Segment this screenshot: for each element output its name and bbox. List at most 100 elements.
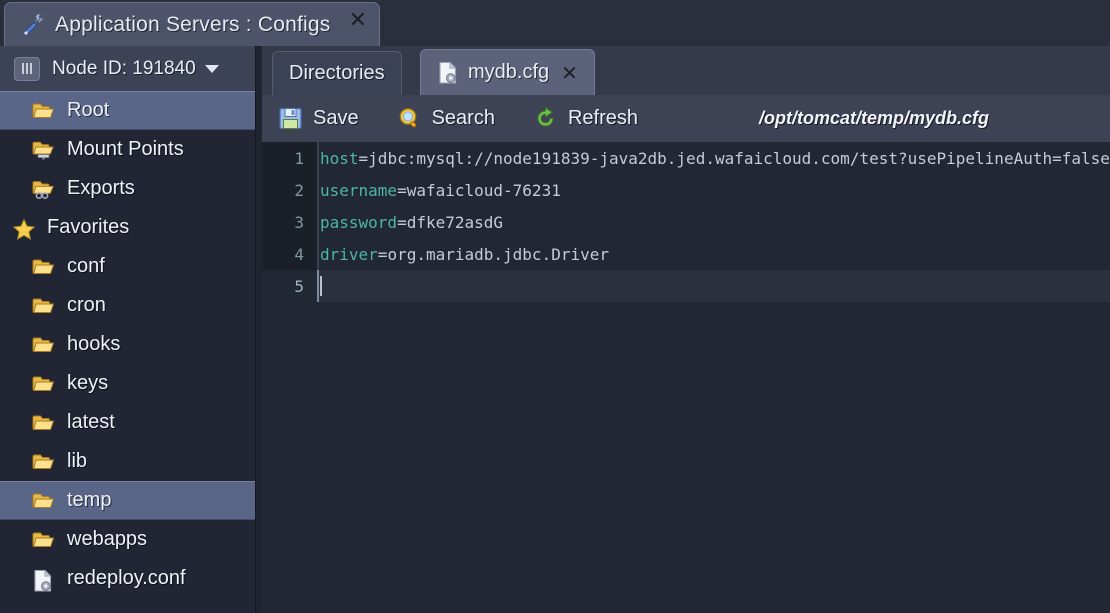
- config-value: jdbc:mysql://node191839-java2db.jed.wafa…: [368, 148, 1110, 168]
- editor-toolbar[interactable]: Save Search Refresh/opt/tomcat/temp/mydb.c…: [262, 95, 1110, 142]
- sidebar-item-favorites[interactable]: Favorites: [0, 208, 255, 247]
- folder-icon: [32, 413, 56, 433]
- refresh-button[interactable]: Refresh: [533, 106, 638, 131]
- search-button[interactable]: Search: [397, 106, 495, 131]
- floppy-disk-icon: [278, 106, 303, 131]
- sidebar-item-label: Favorites: [47, 216, 130, 238]
- line-number: 1: [262, 142, 317, 174]
- columns-icon[interactable]: [14, 56, 40, 81]
- sidebar-item-hooks[interactable]: hooks: [0, 325, 255, 364]
- refresh-icon: [533, 106, 558, 131]
- save-button-label: Save: [313, 107, 359, 129]
- node-id-label: Node ID: 191840: [52, 57, 196, 79]
- gutter-separator: [317, 206, 319, 238]
- window-titlebar: Application Servers : Configs ✕: [0, 0, 1110, 46]
- config-key: host: [320, 148, 359, 168]
- code-line-content: password = dfke72asdG: [320, 206, 503, 238]
- magnifier-icon: [397, 106, 422, 131]
- sidebar-item-cron[interactable]: cron: [0, 286, 255, 325]
- folder-link-icon: [32, 179, 56, 199]
- folder-mount-icon: [32, 140, 56, 160]
- editor-line[interactable]: 4 driver = org.mariadb.jdbc.Driver: [262, 238, 1110, 270]
- config-separator: =: [358, 148, 369, 168]
- code-line-content: driver = org.mariadb.jdbc.Driver: [320, 238, 609, 270]
- tab-directories[interactable]: Directories: [272, 51, 402, 95]
- search-button-label: Search: [431, 107, 495, 129]
- tab-mydb-cfg[interactable]: mydb.cfg ✕: [420, 49, 595, 95]
- folder-icon: [32, 374, 56, 394]
- line-number: 4: [262, 238, 317, 270]
- close-icon[interactable]: ✕: [349, 10, 367, 32]
- code-line-content: host = jdbc:mysql://node191839-java2db.jed…: [320, 142, 1110, 174]
- sidebar-item-conf[interactable]: conf: [0, 247, 255, 286]
- config-separator: =: [397, 180, 407, 200]
- text-cursor: [320, 276, 322, 296]
- config-key: username: [320, 180, 398, 200]
- file-config-icon: [437, 60, 459, 85]
- config-separator: =: [397, 212, 407, 232]
- editor-pane: Directories mydb.cfg ✕ Save Search Refresh/o…: [262, 46, 1110, 613]
- editor-line[interactable]: 5: [262, 270, 1110, 302]
- file-tree-sidebar: Node ID: 191840 Root Mount Points Exports F…: [0, 46, 256, 613]
- sidebar-item-latest[interactable]: latest: [0, 403, 255, 442]
- config-value: org.mariadb.jdbc.Driver: [387, 244, 609, 264]
- sidebar-item-exports[interactable]: Exports: [0, 169, 255, 208]
- code-line-content: username = wafaicloud-76231: [320, 174, 561, 206]
- config-key: driver: [320, 244, 378, 264]
- code-editor[interactable]: 1 host = jdbc:mysql://node191839-java2db.je…: [262, 142, 1110, 613]
- code-line-content: [320, 270, 322, 302]
- refresh-button-label: Refresh: [567, 107, 638, 129]
- sidebar-item-mount-points[interactable]: Mount Points: [0, 130, 255, 169]
- sidebar-item-label: hooks: [67, 333, 121, 355]
- star-icon: [12, 217, 36, 240]
- editor-line[interactable]: 2 username = wafaicloud-76231: [262, 174, 1110, 206]
- config-value: dfke72asdG: [406, 212, 504, 232]
- directory-tree[interactable]: Root Mount Points Exports Favorites conf cron…: [0, 91, 255, 613]
- gutter-separator: [317, 238, 319, 270]
- sidebar-item-label: redeploy.conf: [67, 567, 186, 589]
- config-key: password: [320, 212, 398, 232]
- line-number: 2: [262, 174, 317, 206]
- window-tab-configs[interactable]: Application Servers : Configs ✕: [4, 2, 380, 46]
- editor-line[interactable]: 1 host = jdbc:mysql://node191839-java2db.je…: [262, 142, 1110, 174]
- application-window: Application Servers : Configs ✕ Node ID:…: [0, 0, 1110, 613]
- folder-icon: [32, 257, 56, 277]
- sidebar-item-webapps[interactable]: webapps: [0, 520, 255, 559]
- save-button[interactable]: Save: [278, 106, 359, 131]
- config-value: wafaicloud-76231: [406, 180, 561, 200]
- close-icon[interactable]: ✕: [561, 63, 578, 83]
- folder-icon: [32, 530, 56, 550]
- folder-icon: [32, 335, 56, 355]
- sidebar-item-label: keys: [67, 372, 109, 394]
- config-separator: =: [377, 244, 388, 264]
- chevron-down-icon[interactable]: [204, 64, 219, 73]
- file-tabstrip[interactable]: Directories mydb.cfg ✕: [262, 46, 1110, 95]
- line-number: 3: [262, 206, 317, 238]
- sidebar-item-keys[interactable]: keys: [0, 364, 255, 403]
- node-selector[interactable]: Node ID: 191840: [0, 46, 255, 92]
- sidebar-item-label: Exports: [67, 177, 135, 199]
- file-config-icon: [32, 568, 56, 592]
- sidebar-item-redeploy-conf[interactable]: redeploy.conf: [0, 559, 255, 598]
- line-number: 5: [262, 270, 317, 302]
- sidebar-item-label: cron: [67, 294, 106, 316]
- screwdriver-wrench-icon: [19, 12, 45, 38]
- sidebar-item-temp[interactable]: temp: [0, 481, 255, 520]
- window-tab-title: Application Servers : Configs: [55, 12, 331, 36]
- sidebar-item-lib[interactable]: lib: [0, 442, 255, 481]
- gutter-separator: [317, 270, 319, 302]
- sidebar-item-label: lib: [67, 450, 88, 472]
- tab-label: mydb.cfg: [468, 61, 550, 83]
- tab-label: Directories: [289, 62, 385, 84]
- sidebar-item-label: conf: [67, 255, 105, 277]
- folder-icon: [32, 101, 56, 121]
- sidebar-item-label: webapps: [67, 528, 148, 550]
- sidebar-item-label: Mount Points: [67, 138, 184, 160]
- sidebar-item-root[interactable]: Root: [0, 91, 255, 130]
- folder-icon: [32, 491, 56, 511]
- folder-icon: [32, 296, 56, 316]
- editor-line[interactable]: 3 password = dfke72asdG: [262, 206, 1110, 238]
- sidebar-item-label: temp: [67, 489, 112, 511]
- sidebar-item-label: latest: [67, 411, 115, 433]
- folder-icon: [32, 452, 56, 472]
